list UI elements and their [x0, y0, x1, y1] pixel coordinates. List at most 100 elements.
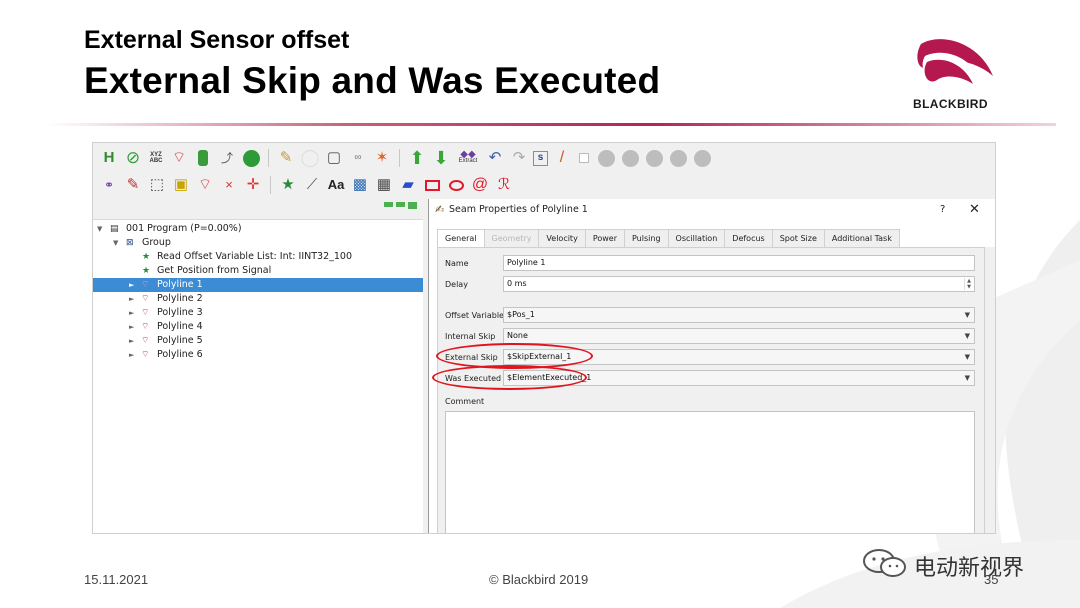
expander-icon[interactable]: ► — [129, 292, 134, 306]
tab-pulsing[interactable]: Pulsing — [624, 229, 669, 247]
offset-variable-value: $Pos_1 — [507, 310, 535, 319]
expander-icon[interactable]: ▼ — [97, 222, 102, 236]
expander-icon[interactable]: ► — [129, 334, 134, 348]
prev-icon[interactable] — [620, 148, 640, 168]
tab-velocity[interactable]: Velocity — [538, 229, 586, 247]
measure-icon[interactable]: ⟋ — [302, 175, 322, 195]
dialog-scrollbar[interactable] — [985, 247, 995, 533]
tree-item-label: Get Position from Signal — [157, 265, 272, 276]
tree-item-polyline-5[interactable]: ► ⌔ Polyline 5 — [93, 334, 423, 348]
tab-spot-size[interactable]: Spot Size — [771, 229, 825, 247]
title-divider — [46, 123, 1056, 126]
close-button[interactable]: ✕ — [969, 199, 980, 221]
circle-icon[interactable]: ◯ — [300, 148, 320, 168]
expander-icon[interactable]: ► — [129, 348, 134, 362]
toolbar-row-1: H ⊘ XYZ ABC ⌔ ⤴ ✎ ◯ ▢ ∞ ✶ ⬆ ⬇ ◆◆ Extract ↶… — [93, 145, 995, 171]
s-icon[interactable]: s — [533, 150, 548, 166]
save-icon[interactable]: H — [99, 148, 119, 168]
link-icon[interactable]: ∞ — [348, 148, 368, 168]
wobble-icon[interactable]: ℛ — [494, 175, 514, 195]
first-icon[interactable] — [596, 148, 616, 168]
ellipse-icon[interactable] — [446, 175, 466, 195]
chevron-down-icon: ▼ — [964, 311, 970, 319]
tree-item-read-offset[interactable]: ★ Read Offset Variable List: Int: IINT32… — [93, 250, 423, 264]
watermark-text: 电动新视界 — [914, 556, 1025, 581]
star-icon: ★ — [142, 252, 151, 262]
expander-icon[interactable]: ► — [129, 278, 134, 292]
tree-item-polyline-6[interactable]: ► ⌔ Polyline 6 — [93, 348, 423, 362]
robot-icon[interactable] — [193, 148, 213, 168]
play-icon[interactable] — [241, 148, 261, 168]
extract-icon[interactable]: ◆◆ Extract — [455, 148, 481, 168]
arrow-up-icon[interactable]: ⬆ — [407, 148, 427, 168]
tree-item-polyline-3[interactable]: ► ⌔ Polyline 3 — [93, 306, 423, 320]
rectangle-icon[interactable] — [422, 175, 442, 195]
laser-small-icon[interactable]: ⌔ — [195, 175, 215, 195]
select-icon[interactable]: ⬚ — [147, 175, 167, 195]
tree-item-program[interactable]: ▼ ▤ 001 Program (P=0.00%) — [93, 222, 423, 236]
tree-item-polyline-4[interactable]: ► ⌔ Polyline 4 — [93, 320, 423, 334]
footer-date: 15.11.2021 — [84, 572, 149, 587]
next-icon[interactable] — [668, 148, 688, 168]
polyline-icon: ⌔ — [141, 294, 150, 304]
expander-icon[interactable]: ▼ — [113, 236, 118, 250]
help-button[interactable]: ? — [940, 199, 945, 221]
delay-field[interactable]: 0 ms ▲ ▼ — [503, 276, 975, 292]
name-field[interactable]: Polyline 1 — [503, 255, 975, 271]
tab-defocus[interactable]: Defocus — [724, 229, 773, 247]
star-icon[interactable]: ✶ — [372, 148, 392, 168]
tree-item-get-position[interactable]: ★ Get Position from Signal — [93, 264, 423, 278]
spiral-icon[interactable]: @ — [470, 175, 490, 195]
tab-power[interactable]: Power — [584, 229, 625, 247]
last-icon[interactable] — [692, 148, 712, 168]
tree-item-polyline-2[interactable]: ► ⌔ Polyline 2 — [93, 292, 423, 306]
edit-icon[interactable]: ✎ — [123, 175, 143, 195]
validate-icon[interactable]: ⊘ — [123, 148, 143, 168]
toolbar-separator — [399, 149, 400, 167]
text-icon[interactable]: Aa — [326, 175, 346, 195]
crosshair-icon[interactable]: ✛ — [243, 175, 263, 195]
checkbox-icon[interactable] — [576, 148, 592, 168]
wechat-icon — [863, 549, 906, 577]
expander-icon[interactable]: ► — [129, 306, 134, 320]
tree-item-label: Polyline 5 — [157, 335, 203, 346]
polyline-icon: ⌔ — [141, 308, 150, 318]
chevron-down-icon: ▼ — [964, 353, 970, 361]
dock-buttons[interactable] — [384, 202, 417, 209]
tree-pane-header — [93, 199, 423, 219]
undo-icon[interactable]: ↶ — [485, 148, 505, 168]
redo-icon[interactable]: ↷ — [509, 148, 529, 168]
delay-label: Delay — [445, 280, 468, 289]
chevron-down-icon: ▼ — [964, 332, 970, 340]
offset-variable-label: Offset Variable — [445, 311, 504, 320]
pattern-icon[interactable]: ▦ — [374, 175, 394, 195]
arrow-down-icon[interactable]: ⬇ — [431, 148, 451, 168]
chain-icon[interactable]: ⚭ — [99, 175, 119, 195]
seam-properties-dialog: ✍ Seam Properties of Polyline 1 ? ✕ Gene… — [428, 199, 995, 533]
image-icon[interactable]: ▩ — [350, 175, 370, 195]
offset-variable-select[interactable]: $Pos_1 ▼ — [503, 307, 975, 323]
clipboard-icon[interactable]: ▢ — [324, 148, 344, 168]
tree-item-polyline-1[interactable]: ► ⌔ Polyline 1 — [93, 278, 423, 292]
path-icon[interactable]: ⤴ — [217, 148, 237, 168]
tab-additional-task[interactable]: Additional Task — [823, 229, 900, 247]
pencil-icon[interactable]: ✎ — [276, 148, 296, 168]
dialog-title: Seam Properties of Polyline 1 — [449, 204, 588, 215]
comment-textarea[interactable] — [445, 411, 975, 533]
spin-arrows-icon[interactable]: ▲ ▼ — [964, 278, 973, 290]
polygon-icon[interactable]: ▰ — [398, 175, 418, 195]
laser-icon[interactable]: ⌔ — [169, 148, 189, 168]
x-icon[interactable]: × — [219, 175, 239, 195]
marker-icon[interactable]: / — [552, 148, 572, 168]
tab-oscillation[interactable]: Oscillation — [667, 229, 726, 247]
cube-icon[interactable]: ▣ — [171, 175, 191, 195]
expander-icon[interactable]: ► — [129, 320, 134, 334]
tab-general[interactable]: General — [437, 229, 485, 248]
tree-item-group[interactable]: ▼ ⊠ Group — [93, 236, 423, 250]
star-green-icon[interactable]: ★ — [278, 175, 298, 195]
xyz-abc-icon[interactable]: XYZ ABC — [147, 148, 165, 168]
play-media-icon[interactable] — [644, 148, 664, 168]
dialog-title-bar: ✍ Seam Properties of Polyline 1 ? ✕ — [429, 199, 995, 221]
slide-subtitle: External Sensor offset — [84, 26, 350, 54]
internal-skip-select[interactable]: None ▼ — [503, 328, 975, 344]
